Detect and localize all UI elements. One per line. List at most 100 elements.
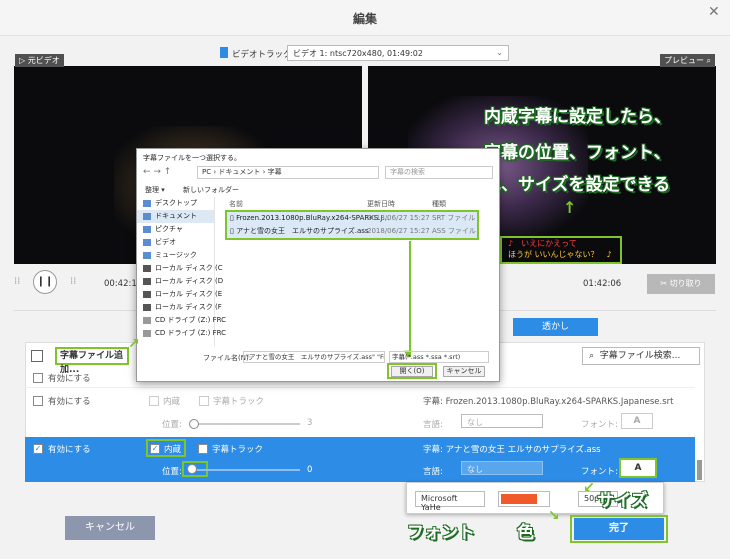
preview-label: プレビュー ⌕ <box>660 54 716 67</box>
annotation-line2: 字幕の位置、フォント、 <box>484 143 671 163</box>
file-row-0[interactable]: ▯ Frozen.2013.1080p.BluRay.x264-SPARKS.J… <box>230 212 389 225</box>
nav-arrows-icon[interactable]: ← → ↑ <box>143 167 171 177</box>
language-select-2[interactable]: なし <box>461 461 543 475</box>
column-date[interactable]: 更新日時 <box>367 199 395 209</box>
add-subtitle-button[interactable]: 字幕ファイル追加... <box>55 347 129 375</box>
tree-item[interactable]: ローカル ディスク (E <box>137 288 222 301</box>
track-value: ビデオ 1: ntsc720x480, 01:49:02 <box>293 49 423 58</box>
file-type-0: SRT ファイル <box>432 214 476 222</box>
file-name-1: 字幕: Frozen.2013.1080p.BluRay.x264-SPARKS… <box>423 397 674 407</box>
preview-subtitle-line1: ♪ いえにかえって <box>508 239 577 248</box>
language-label-2: 言語: <box>423 467 443 477</box>
time-right: 01:42:06 <box>583 279 622 289</box>
arrow-size-icon: ↙ <box>583 480 595 496</box>
track-select[interactable]: ビデオ 1: ntsc720x480, 01:49:02 ⌄ <box>287 45 509 61</box>
internal-checkbox-2[interactable]: ✓ <box>150 444 160 454</box>
arrow-add-icon: ↗ <box>128 336 140 352</box>
window-title: 編集 <box>352 12 377 26</box>
track-checkbox-2[interactable] <box>198 444 208 454</box>
scissors-icon: ✂ <box>660 279 668 288</box>
grip-icon-2: ⁞⁞ <box>70 276 77 287</box>
original-label: ▷ 元ビデオ <box>15 54 64 67</box>
chevron-down-icon: ⌄ <box>496 48 503 57</box>
column-type[interactable]: 種類 <box>432 199 446 209</box>
tree-item[interactable]: CD ドライブ (Z:) FRC <box>137 327 226 340</box>
position-label-2: 位置: <box>162 467 182 477</box>
tree-item[interactable]: ピクチャ <box>137 223 214 236</box>
pause-button[interactable]: ❙❙ <box>33 270 57 294</box>
annotation-font: フォント <box>407 523 475 543</box>
font-name-select[interactable]: Microsoft YaHe <box>415 491 485 512</box>
tree-item[interactable]: ミュージック <box>137 249 214 262</box>
file-date-0: 2018/06/27 15:27 <box>367 214 430 222</box>
tree-item[interactable]: ローカル ディスク (F <box>137 301 222 314</box>
tree-item[interactable]: デスクトップ <box>137 197 214 210</box>
dialog-breadcrumb[interactable]: PC › ドキュメント › 字幕 <box>197 166 379 179</box>
font-label-1: フォント: <box>581 420 618 430</box>
arrow-done-icon: ↘ <box>548 508 560 524</box>
internal-label-2: 内蔵 <box>164 445 182 455</box>
open-button[interactable]: 開く(O) <box>391 366 433 377</box>
color-select[interactable] <box>498 491 550 507</box>
position-value-2: 0 <box>307 465 313 475</box>
cancel-button[interactable]: キャンセル <box>65 516 155 540</box>
filename-input[interactable]: "アナと雪の女王 エルサのサプライズ.ass" "Frozen. <box>243 351 385 363</box>
tree-item[interactable]: ビデオ <box>137 236 214 249</box>
column-name[interactable]: 名前 <box>229 199 243 209</box>
position-knob-2[interactable] <box>187 464 197 474</box>
enable-label-2: 有効にする <box>48 445 91 455</box>
scrollbar-thumb[interactable] <box>697 460 702 480</box>
file-dialog: 字幕ファイルを一つ選択する。 ← → ↑ PC › ドキュメント › 字幕 字幕… <box>136 148 500 382</box>
enable-checkbox-1[interactable] <box>33 396 43 406</box>
font-button-1[interactable]: A <box>621 413 653 429</box>
annotation-size: サイズ <box>597 491 648 511</box>
grip-icon: ⁞⁞ <box>14 276 21 287</box>
language-label-1: 言語: <box>423 420 443 430</box>
organize-button[interactable]: 整理 ▾ <box>145 185 165 195</box>
add-file-icon[interactable] <box>31 350 43 362</box>
new-folder-button[interactable]: 新しいフォルダー <box>183 185 239 195</box>
enable-checkbox-0[interactable] <box>33 373 43 383</box>
file-row-1[interactable]: ▯ アナと雪の女王 エルサのサプライズ.ass <box>230 225 369 238</box>
track-label-2: 字幕トラック <box>212 445 264 455</box>
tree-item[interactable]: CD ドライブ (Z:) FRC <box>137 314 226 327</box>
tree-item[interactable]: ローカル ディスク (D <box>137 275 223 288</box>
subtitle-row-1: 有効にする 内蔵 字幕トラック 字幕: Frozen.2013.1080p.Bl… <box>25 390 695 436</box>
tab-transparent[interactable]: 透かし <box>513 318 598 336</box>
time-left: 00:42:1 <box>104 279 137 289</box>
font-label-2: フォント: <box>581 467 618 477</box>
enable-label-1: 有効にする <box>48 397 91 407</box>
internal-label-1: 内蔵 <box>163 397 181 407</box>
position-slider-2[interactable] <box>190 469 300 471</box>
cut-button[interactable]: ✂ 切り取り <box>647 274 715 294</box>
done-button[interactable]: 完了 <box>574 518 664 540</box>
track-label-1: 字幕トラック <box>213 397 265 407</box>
filter-select[interactable]: 字幕(*.ass *.ssa *.srt) <box>389 351 489 363</box>
dialog-search[interactable]: 字幕の検索 <box>385 166 493 179</box>
annotation-line3: 色、サイズを設定できる <box>484 175 671 195</box>
track-label: ビデオトラック: <box>232 50 295 60</box>
subtitle-row-2: ✓ 有効にする ✓ 内蔵 字幕トラック 字幕: アナと雪の女王 エルサのサプライ… <box>25 437 695 482</box>
position-value-1: 3 <box>307 418 313 428</box>
dialog-tree: デスクトップ ドキュメント ピクチャ ビデオ ミュージック ローカル ディスク … <box>137 197 226 347</box>
file-list: ▯ Frozen.2013.1080p.BluRay.x264-SPARKS.J… <box>225 210 479 240</box>
track-checkbox-1[interactable] <box>199 396 209 406</box>
preview-subtitle-line2: ほうが いいんじゃない？ ♪ <box>508 250 612 259</box>
arrow-up-icon: ↑ <box>563 198 577 217</box>
preview-subtitle-box: ♪ いえにかえって ほうが いいんじゃない？ ♪ <box>500 236 622 264</box>
position-slider-1[interactable] <box>190 423 300 425</box>
position-knob-1[interactable] <box>189 419 199 429</box>
search-subtitle-button[interactable]: ⌕ 字幕ファイル検索... <box>582 347 700 365</box>
language-select-1[interactable]: なし <box>461 414 543 428</box>
enable-checkbox-2[interactable]: ✓ <box>33 444 43 454</box>
enable-label-0: 有効にする <box>48 374 91 384</box>
internal-checkbox-1[interactable] <box>149 396 159 406</box>
color-swatch <box>501 494 537 504</box>
dialog-cancel-button[interactable]: キャンセル <box>443 366 485 377</box>
zoom-icon: ⌕ <box>706 56 712 65</box>
font-button-2[interactable]: A <box>619 458 657 478</box>
tree-item[interactable]: ローカル ディスク (C <box>137 262 223 275</box>
close-icon[interactable]: ✕ <box>708 4 720 20</box>
tree-item[interactable]: ドキュメント <box>137 210 214 223</box>
file-name-2: 字幕: アナと雪の女王 エルサのサプライズ.ass <box>423 445 601 455</box>
